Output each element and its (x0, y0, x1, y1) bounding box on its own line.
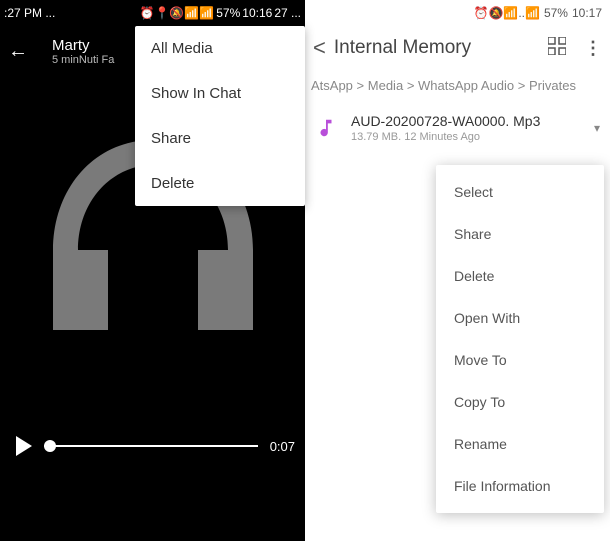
status-icons: ⏰📍🔕📶📶 57% 10:16 27 ... (140, 6, 301, 20)
file-meta: 13.79 MB. 12 Minutes Ago (351, 131, 580, 143)
menu-copy-to[interactable]: Copy To (436, 381, 604, 423)
menu-share-r[interactable]: Share (436, 213, 604, 255)
status-extra: 27 ... (274, 6, 301, 20)
crumb-sep: > (518, 78, 529, 93)
contact-name: Marty (52, 37, 114, 54)
file-manager-screen: ⏰🔕📶..📶 57% 10:17 < Internal Memory ⋮ Ats… (305, 0, 610, 541)
status-clock: 10:16 (242, 6, 272, 20)
timestamp-subtitle: 5 minNuti Fa (52, 54, 114, 66)
menu-rename[interactable]: Rename (436, 423, 604, 465)
file-name: AUD-20200728-WA0000. Mp3 (351, 113, 580, 129)
status-icons-right: ⏰🔕📶..📶 (474, 6, 540, 20)
file-manager-header: < Internal Memory ⋮ (305, 26, 610, 70)
menu-share[interactable]: Share (135, 116, 305, 161)
crumb-sep: > (357, 78, 368, 93)
menu-delete[interactable]: Delete (135, 161, 305, 206)
audio-player: 0:07 (0, 436, 305, 456)
menu-open-with[interactable]: Open With (436, 297, 604, 339)
whatsapp-media-screen: :27 PM ... ⏰📍🔕📶📶 57% 10:16 27 ... ← Mart… (0, 0, 305, 541)
caret-down-icon[interactable]: ▾ (594, 121, 600, 135)
progress-slider[interactable] (44, 445, 258, 447)
play-button-icon[interactable] (16, 436, 32, 456)
menu-move-to[interactable]: Move To (436, 339, 604, 381)
alarm-icon: ⏰📍🔕📶📶 (140, 6, 215, 20)
menu-show-in-chat[interactable]: Show In Chat (135, 71, 305, 116)
battery-pct-right: 57% (544, 6, 568, 20)
status-clock-right: 10:17 (572, 6, 602, 20)
file-row[interactable]: AUD-20200728-WA0000. Mp3 13.79 MB. 12 Mi… (305, 107, 610, 149)
context-menu-left: All Media Show In Chat Share Delete (135, 26, 305, 206)
crumb-3[interactable]: WhatsApp Audio (418, 78, 514, 93)
grid-view-icon[interactable] (548, 37, 566, 60)
music-note-icon (315, 117, 337, 139)
more-vert-icon[interactable]: ⋮ (584, 38, 602, 59)
back-arrow-icon[interactable]: ← (8, 40, 28, 63)
page-title: Internal Memory (334, 37, 548, 59)
context-menu-right: Select Share Delete Open With Move To Co… (436, 165, 604, 513)
status-time: :27 PM ... (4, 6, 55, 20)
breadcrumb[interactable]: AtsApp > Media > WhatsApp Audio > Privat… (305, 70, 610, 107)
menu-all-media[interactable]: All Media (135, 26, 305, 71)
menu-select[interactable]: Select (436, 171, 604, 213)
progress-thumb[interactable] (44, 440, 56, 452)
duration-label: 0:07 (270, 439, 295, 454)
crumb-sep: > (407, 78, 418, 93)
menu-file-info[interactable]: File Information (436, 465, 604, 507)
battery-pct: 57% (216, 6, 240, 20)
crumb-4[interactable]: Privates (529, 78, 576, 93)
menu-delete-r[interactable]: Delete (436, 255, 604, 297)
status-bar-left: :27 PM ... ⏰📍🔕📶📶 57% 10:16 27 ... (0, 0, 305, 26)
header-info: Marty 5 minNuti Fa (52, 37, 114, 66)
status-bar-right: ⏰🔕📶..📶 57% 10:17 (305, 0, 610, 26)
file-info: AUD-20200728-WA0000. Mp3 13.79 MB. 12 Mi… (351, 113, 580, 143)
crumb-1[interactable]: AtsApp (311, 78, 353, 93)
crumb-2[interactable]: Media (368, 78, 403, 93)
back-chevron-icon[interactable]: < (313, 35, 326, 61)
